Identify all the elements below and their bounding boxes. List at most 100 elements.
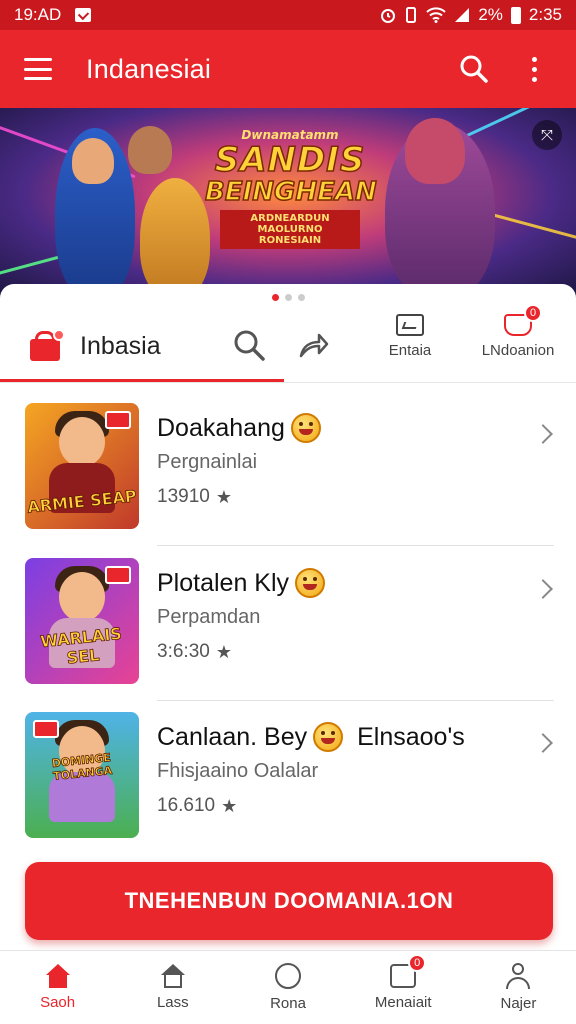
hero-character-cat [140,178,210,298]
star-icon: ★ [221,795,238,816]
star-icon: ★ [215,486,232,507]
row-divider [157,545,554,546]
user-icon [505,963,531,989]
search-icon [234,330,265,361]
app-title: Indanesiai [86,53,212,84]
nav-label: Saoh [40,994,76,1011]
section-search-button[interactable] [226,322,272,368]
menu-icon[interactable] [24,58,52,80]
item-subtitle: Perpamdan [157,606,261,628]
item-rating-value: 13910 [157,486,210,507]
divider [0,382,576,383]
item-rating: 13910 ★ [157,486,517,508]
list-item[interactable]: DOMINGE TOLANGA Canlaan. Bey Elnsaoo's F… [0,712,576,866]
hero-character-face [72,138,114,184]
circle-icon [275,963,301,989]
hero-character-helmet [405,118,465,184]
search-button[interactable] [452,47,496,91]
nav-item-home[interactable]: Saoh [0,951,115,1024]
vibrate-icon [406,7,417,23]
notifications-icon: 0 [504,304,542,336]
star-icon: ★ [215,641,232,662]
game-thumbnail: ARMIE SEAP [25,403,139,529]
banner-ribbon-line2: RONESIAIN [258,235,322,246]
promo-banner[interactable]: Dwnamatamm SANDIS BEINGHEAN ARDNEARDUN M… [0,108,576,298]
nav-label: Rona [270,995,306,1012]
chevron-right-icon [533,579,553,599]
nav-item-profile[interactable]: Najer [461,951,576,1024]
section-toolbar: Inbasia Entaia 0 LNdoanion [0,304,576,382]
item-title-text: Doakahang [157,413,285,442]
signal-icon [455,8,470,22]
item-rating-value: 3:6:30 [157,641,210,662]
game-thumbnail: DOMINGE TOLANGA [25,712,139,838]
tool-notifications[interactable]: 0 LNdoanion [468,304,568,359]
banner-title-line1: SANDIS [214,140,366,180]
hero-character-dark [128,126,172,174]
expand-icon[interactable]: ⤧ [532,120,562,150]
search-icon [460,55,488,83]
nav-badge: 0 [408,954,427,972]
share-button[interactable] [290,322,336,368]
game-thumbnail: WARLAIS SEL [25,558,139,684]
item-title-suffix: Elnsaoo's [357,722,465,751]
home-icon [45,964,71,988]
item-title-text: Plotalen Kly [157,568,290,597]
nav-label: Najer [500,995,537,1012]
row-divider [157,700,554,701]
banner-ribbon: ARDNEARDUN MAOLURNO RONESIAIN [220,210,360,249]
alarm-icon [381,9,396,23]
item-rating-value: 16.610 [157,795,216,816]
share-arrow-icon [299,333,329,358]
app-bar: Indanesiai [0,30,576,108]
gift-icon [30,329,65,361]
banner-title: Dwnamatamm SANDIS BEINGHEAN ARDNEARDUN M… [204,128,378,249]
tool-entries-label: Entaia [388,342,432,359]
tv-icon [396,314,424,336]
item-rating: 3:6:30 ★ [157,641,517,663]
list-item[interactable]: ARMIE SEAP Doakahang Pergnainlai 13910 ★ [0,403,576,557]
notifications-badge: 0 [524,304,542,322]
item-rating: 16.610 ★ [157,795,517,817]
more-vert-icon [531,56,537,82]
item-title-text: Canlaan. Bey [157,722,308,751]
laughing-emoji-icon [295,568,326,598]
tool-entries[interactable]: Entaia [360,314,460,359]
nav-item-messages[interactable]: 0 Menaiait [346,951,461,1024]
laughing-emoji-icon [290,413,321,443]
battery-icon [510,6,521,24]
bottom-navigation: Saoh Lass Rona 0 Menaiait Najer [0,950,576,1024]
nav-label: Menaiait [374,994,432,1011]
carousel-dot[interactable] [284,294,292,301]
chevron-right-icon [533,424,553,444]
item-subtitle: Pergnainlai [157,451,258,473]
carousel-dot[interactable] [271,294,279,301]
house-outline-icon [160,964,186,988]
item-title: Canlaan. Bey Elnsaoo's [157,722,517,752]
status-time-right: 2:35 [528,5,562,24]
item-title: Doakahang [157,413,517,443]
message-icon: 0 [390,954,427,988]
item-title: Plotalen Kly [157,568,517,598]
nav-item-rona[interactable]: Rona [230,951,345,1024]
chevron-right-icon [533,733,553,753]
wifi-icon [426,7,447,23]
tool-notifications-label: LNdoanion [481,342,555,359]
section-tab-label: Inbasia [80,331,161,360]
notification-icon [75,8,92,22]
carousel-dot[interactable] [297,294,305,301]
more-options-button[interactable] [512,47,556,91]
status-time-left: 19:AD [14,5,62,24]
primary-cta-button[interactable]: TNEHENBUN DOOMANIA.1ON [25,862,553,940]
thumbnail-caption: WARLAIS SEL [39,623,123,668]
banner-title-line2: BEINGHEAN [204,177,377,207]
carousel-indicator [0,294,576,301]
nav-item-lass[interactable]: Lass [115,951,230,1024]
banner-ribbon-line1: ARDNEARDUN MAOLURNO [250,213,330,235]
item-subtitle: Fhisjaaino Oalalar [157,760,319,782]
battery-percent: 2% [478,5,503,24]
status-bar: 19:AD 2% 2:35 [0,0,576,30]
laughing-emoji-icon [313,722,344,752]
list-item[interactable]: WARLAIS SEL Plotalen Kly Perpamdan 3:6:3… [0,558,576,712]
nav-label: Lass [156,994,189,1011]
